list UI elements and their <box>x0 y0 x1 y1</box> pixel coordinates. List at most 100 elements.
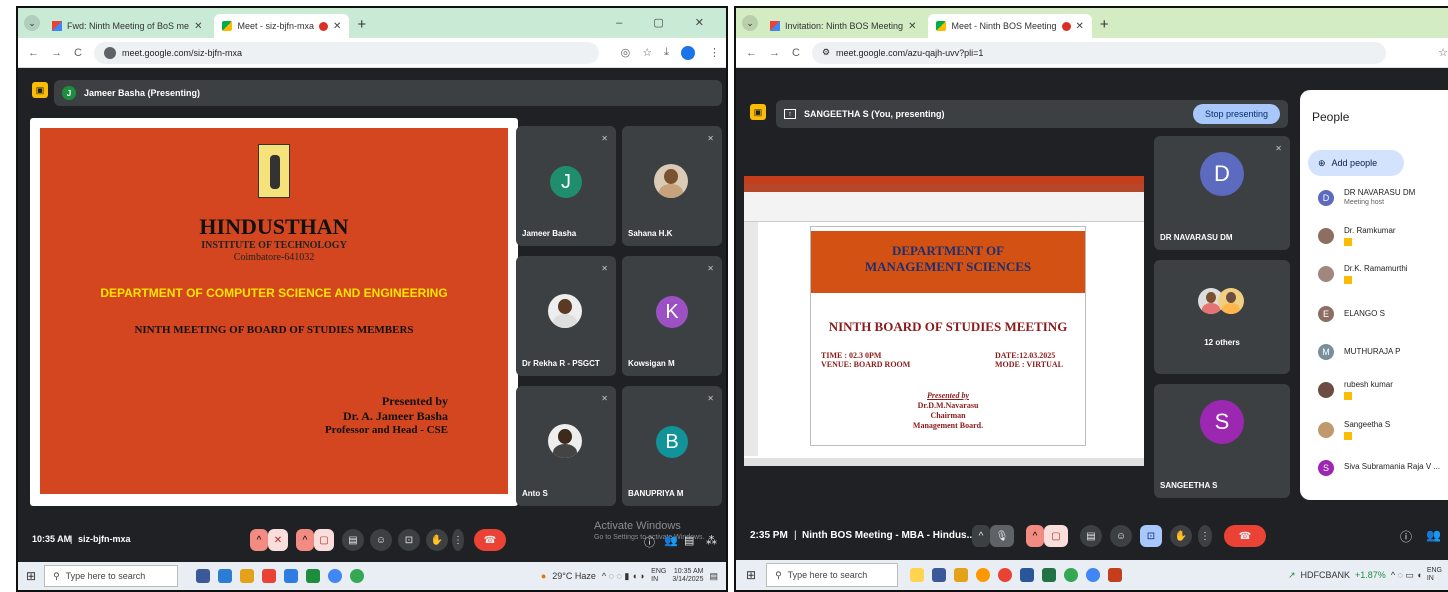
tray-icons[interactable]: ^ ◌ ▭ ◖ <box>1391 570 1422 581</box>
close-icon[interactable]: ✕ <box>333 21 341 32</box>
raise-hand-button[interactable]: ✋ <box>1170 525 1192 547</box>
avatar: S <box>1200 400 1244 444</box>
tab-meet[interactable]: Meet - Ninth BOS Meeting ✕ <box>928 14 1092 38</box>
chat-icon[interactable]: ▤ <box>684 534 694 547</box>
explorer-icon[interactable] <box>954 568 969 582</box>
camera-icon[interactable]: ◎ <box>621 46 631 59</box>
star-icon[interactable]: ☆ <box>642 46 652 59</box>
present-button[interactable]: ⊡ <box>398 529 420 551</box>
edge-icon[interactable] <box>284 569 299 583</box>
reload-icon[interactable]: C <box>792 47 800 59</box>
raise-hand-button[interactable]: ✋ <box>426 529 448 551</box>
chrome-icon[interactable] <box>998 568 1013 582</box>
files-icon[interactable] <box>240 569 255 583</box>
forward-icon[interactable]: → <box>51 47 62 59</box>
site-info-icon[interactable] <box>103 46 116 59</box>
excel-icon[interactable] <box>1042 568 1057 582</box>
task-view-icon[interactable] <box>932 568 947 582</box>
stop-presenting-button[interactable]: Stop presenting <box>1192 104 1280 124</box>
download-icon[interactable]: ⤓ <box>664 46 669 59</box>
windows-start-icon[interactable]: ⊞ <box>746 568 756 582</box>
people-icon[interactable]: 👥 <box>1426 528 1441 542</box>
close-icon[interactable]: ✕ <box>1076 21 1084 32</box>
taskbar-search[interactable]: ⚲ Type here to search <box>766 563 899 587</box>
app-icon[interactable] <box>306 569 321 583</box>
participant-tile[interactable]: ✕ D DR NAVARASU DM <box>1154 136 1290 250</box>
browser-icon[interactable] <box>262 569 277 583</box>
powerpoint-icon[interactable] <box>1108 568 1123 582</box>
captions-button[interactable]: ▤ <box>342 529 364 551</box>
leave-call-button[interactable]: ☎ <box>1224 525 1266 547</box>
new-tab-button[interactable]: + <box>357 16 366 33</box>
participant-tile[interactable]: ✕ K Kowsigan M <box>622 256 722 376</box>
new-tab-button[interactable]: + <box>1100 16 1109 33</box>
site-settings-icon[interactable]: ⚙ <box>822 47 830 58</box>
meet-stage: ▣ J Jameer Basha (Presenting) HINDUSTHAN… <box>18 68 726 562</box>
address-bar-row: ← → C meet.google.com/siz-bjfn-mxa ◎ ☆ ⤓… <box>18 38 726 68</box>
explorer-icon[interactable] <box>218 569 233 583</box>
mic-toggle-button[interactable]: ✕ <box>268 529 288 551</box>
participant-tile[interactable]: ✕ Dr Rekha R - PSGCT <box>516 256 616 376</box>
shared-screen: HINDUSTHAN INSTITUTE OF TECHNOLOGY Coimb… <box>30 118 518 506</box>
mic-options-button[interactable]: ^ <box>972 525 990 547</box>
profile-icon[interactable] <box>681 45 695 60</box>
more-options-button[interactable]: ⋮ <box>1198 525 1212 547</box>
tab-gmail[interactable]: Fwd: Ninth Meeting of BoS me ✕ <box>44 14 210 38</box>
camera-toggle-button[interactable]: ▢ <box>314 529 334 551</box>
present-button[interactable]: ⊡ <box>1140 525 1162 547</box>
chrome-profile-icon[interactable] <box>1064 568 1079 582</box>
tab-gmail[interactable]: Invitation: Ninth BOS Meeting ✕ <box>762 14 924 38</box>
firefox-icon[interactable] <box>976 568 991 582</box>
url-field[interactable]: ⚙ meet.google.com/azu-qajh-uvv?pli=1 <box>811 41 1387 64</box>
camera-options-button[interactable]: ^ <box>1026 525 1044 547</box>
close-icon[interactable]: ✕ <box>908 21 916 32</box>
url-field[interactable]: meet.google.com/siz-bjfn-mxa <box>93 41 599 64</box>
tab-search-icon[interactable]: ⌄ <box>24 15 40 31</box>
more-options-button[interactable]: ⋮ <box>452 529 464 551</box>
leave-call-button[interactable]: ☎ <box>474 529 506 551</box>
star-icon[interactable]: ☆ <box>1438 46 1448 59</box>
chrome-icon[interactable] <box>328 569 343 583</box>
participant-tile[interactable]: ✕ B BANUPRIYA M <box>622 386 722 506</box>
reload-icon[interactable]: C <box>74 47 82 59</box>
mic-options-button[interactable]: ^ <box>250 529 268 551</box>
close-icon[interactable]: ✕ <box>194 21 202 32</box>
participant-tile[interactable]: ✕ J Jameer Basha <box>516 126 616 246</box>
tab-search-icon[interactable]: ⌄ <box>742 15 758 31</box>
tab-meet[interactable]: Meet - siz-bjfn-mxa ✕ <box>214 14 350 38</box>
participant-tile[interactable]: ✕ Sahana H.K <box>622 126 722 246</box>
slide: DEPARTMENT OF MANAGEMENT SCIENCES NINTH … <box>810 226 1086 446</box>
window-controls[interactable]: – ▢ ✕ <box>616 16 718 29</box>
present-icon: ▣ <box>750 104 766 120</box>
widget-icon[interactable] <box>910 568 925 582</box>
notification-icon[interactable]: ▤ <box>709 571 718 582</box>
back-icon[interactable]: ← <box>746 47 757 59</box>
add-people-button[interactable]: ⊕ Add people <box>1308 150 1404 176</box>
info-icon[interactable]: ⓘ <box>1400 528 1412 545</box>
menu-icon[interactable]: ⋮ <box>709 46 720 59</box>
gmail-icon <box>52 21 62 31</box>
chrome-profile-icon[interactable] <box>350 569 365 583</box>
emoji-button[interactable]: ☺ <box>370 529 392 551</box>
camera-toggle-button[interactable]: ▢ <box>1044 525 1068 547</box>
task-view-icon[interactable] <box>196 569 211 583</box>
activities-icon[interactable]: ⁂ <box>706 534 717 547</box>
back-icon[interactable]: ← <box>28 47 39 59</box>
mic-toggle-button[interactable]: 🎙 <box>990 525 1014 547</box>
word-icon[interactable] <box>1020 568 1035 582</box>
windows-start-icon[interactable]: ⊞ <box>26 569 36 583</box>
search-icon: ⚲ <box>53 570 60 581</box>
chrome-profile-2-icon[interactable] <box>1086 568 1101 582</box>
meeting-code: siz-bjfn-mxa <box>78 534 131 544</box>
info-icon[interactable]: ⓘ <box>644 534 655 550</box>
camera-options-button[interactable]: ^ <box>296 529 314 551</box>
people-icon[interactable]: 👥 <box>664 534 678 547</box>
taskbar-search[interactable]: ⚲ Type here to search <box>44 565 179 587</box>
captions-button[interactable]: ▤ <box>1080 525 1102 547</box>
participant-tile[interactable]: ✕ Anto S <box>516 386 616 506</box>
tray-icons[interactable]: ^ ◌ ◌ ▮ ◖ ◗ <box>602 571 645 582</box>
emoji-button[interactable]: ☺ <box>1110 525 1132 547</box>
participant-tile[interactable]: S SANGEETHA S <box>1154 384 1290 498</box>
forward-icon[interactable]: → <box>769 47 780 59</box>
others-tile[interactable]: 12 others <box>1154 260 1290 374</box>
